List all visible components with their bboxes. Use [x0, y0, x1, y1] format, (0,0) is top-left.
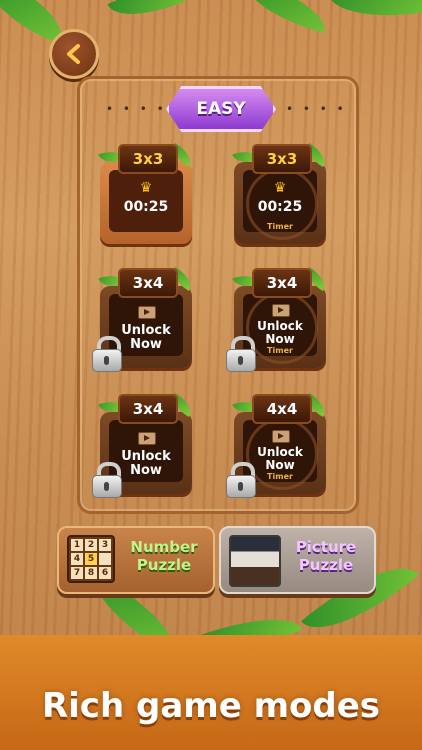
timer-label: Timer [267, 222, 293, 231]
padlock-icon [92, 336, 122, 372]
level-card-3x3[interactable]: 3x3 ♛ 00:25 [98, 142, 196, 244]
level-card-3x3-timer[interactable]: 3x3 ♛ 00:25 Timer [232, 142, 330, 244]
chevron-left-icon [67, 44, 80, 64]
size-tag: 3x4 [252, 268, 312, 298]
size-tag: 3x4 [118, 394, 178, 424]
best-time: 00:25 [123, 199, 169, 215]
picture-puzzle-button[interactable]: Picture Puzzle [219, 526, 376, 594]
crown-icon: ♛ [139, 180, 153, 196]
grid-tile: 2 [85, 539, 97, 551]
picture-puzzle-label: Picture Puzzle [283, 538, 369, 574]
back-button[interactable] [49, 29, 99, 79]
best-time: 00:25 [257, 199, 303, 215]
level-card-4x4-timer[interactable]: 4x4 Unlock Now Timer [226, 392, 330, 498]
difficulty-badge[interactable]: EASY [166, 86, 276, 132]
size-tag: 4x4 [252, 394, 312, 424]
divider-dots-left: • • • • [106, 102, 167, 116]
grid-tile: 6 [99, 567, 111, 579]
padlock-icon [226, 336, 256, 372]
play-icon [272, 304, 290, 317]
crown-icon: ♛ [273, 180, 287, 196]
number-label-line1: Number [130, 538, 198, 556]
number-puzzle-button[interactable]: 1 2 3 4 5 7 8 6 Number Puzzle [57, 526, 215, 594]
size-tag: 3x3 [118, 144, 178, 174]
picture-label-line1: Picture [295, 538, 357, 556]
level-card-3x4-timer[interactable]: 3x4 Unlock Now Timer [226, 266, 330, 372]
play-icon [138, 432, 156, 445]
number-grid-icon: 1 2 3 4 5 7 8 6 [67, 535, 115, 583]
grid-tile [99, 553, 111, 565]
grid-tile: 4 [71, 553, 83, 565]
grid-tile: 5 [85, 553, 97, 565]
size-tag: 3x3 [252, 144, 312, 174]
picture-label-line2: Puzzle [298, 556, 354, 574]
difficulty-label: EASY [196, 99, 246, 119]
grid-tile: 8 [85, 567, 97, 579]
padlock-icon [92, 462, 122, 498]
unlock-line1: Unlock [257, 319, 303, 333]
grid-tile: 1 [71, 539, 83, 551]
level-card-3x4[interactable]: 3x4 Unlock Now [92, 266, 196, 372]
size-tag: 3x4 [118, 268, 178, 298]
picture-thumbnail-icon [229, 535, 281, 587]
grid-tile: 7 [71, 567, 83, 579]
play-icon [138, 306, 156, 319]
unlock-line1: Unlock [257, 445, 303, 459]
divider-dots-right: • • • • [286, 102, 347, 116]
number-puzzle-label: Number Puzzle [121, 538, 207, 574]
number-label-line2: Puzzle [136, 556, 192, 574]
level-card-3x4-b[interactable]: 3x4 Unlock Now [92, 392, 196, 498]
padlock-icon [226, 462, 256, 498]
promo-banner-text: Rich game modes [41, 686, 381, 726]
grid-tile: 3 [99, 539, 111, 551]
play-icon [272, 430, 290, 443]
